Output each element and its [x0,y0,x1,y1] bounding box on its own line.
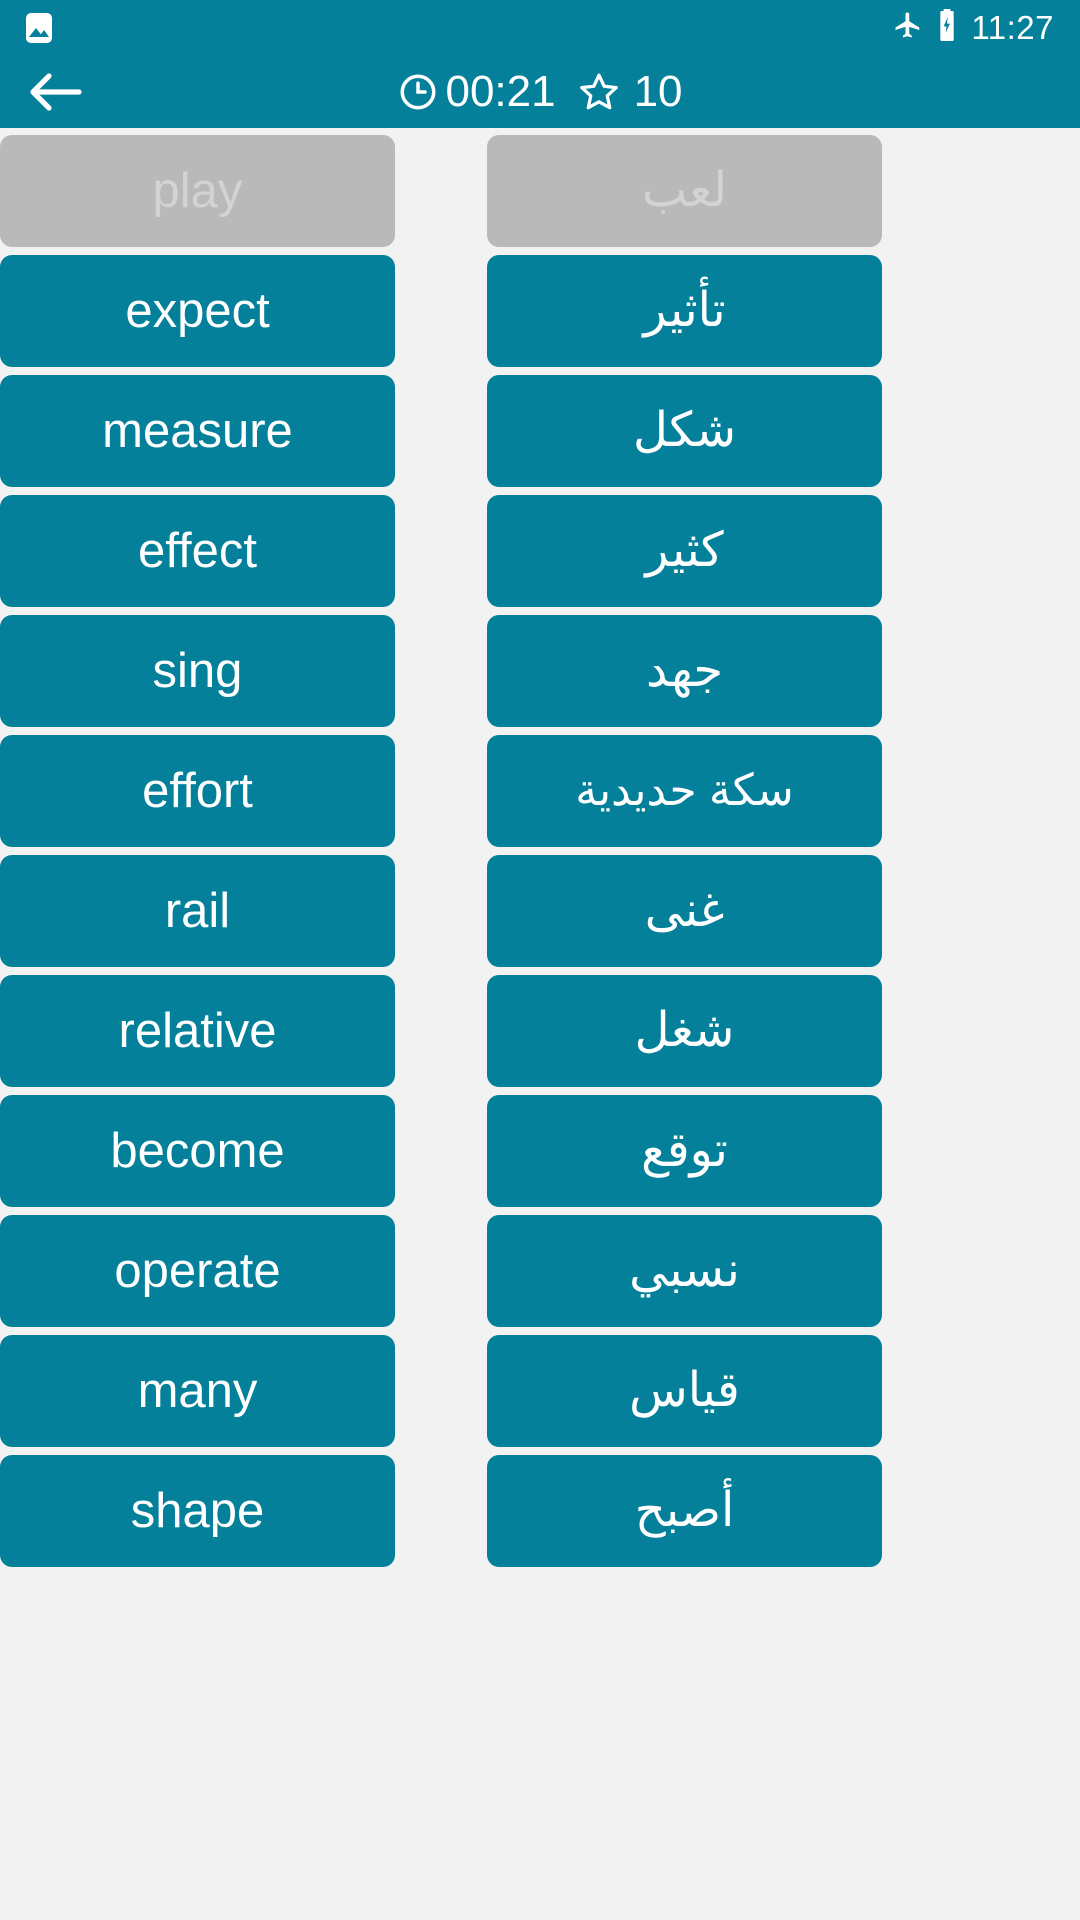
score-value: 10 [633,66,683,116]
status-bar-left [26,12,52,43]
status-bar: 11:27 [0,0,1080,55]
arabic-word-card[interactable]: أصبح [487,1455,882,1567]
english-word-card[interactable]: become [0,1095,395,1207]
arabic-word-card[interactable]: شكل [487,375,882,487]
photo-icon [26,12,52,43]
toolbar-center-group: 00:21 10 [0,69,1080,115]
arabic-word-card[interactable]: نسبي [487,1215,882,1327]
score-display: 10 [576,69,683,115]
matching-game-board: play expect measure effect sing effort rail rel… [0,128,1080,1920]
column-gap [395,135,487,1920]
star-outline-icon [579,73,618,109]
english-word-card[interactable]: measure [0,375,395,487]
english-word-card[interactable]: many [0,1335,395,1447]
arabic-word-card[interactable]: جهد [487,615,882,727]
app-toolbar: 00:21 10 [0,55,1080,128]
english-word-card[interactable]: operate [0,1215,395,1327]
english-word-card[interactable]: shape [0,1455,395,1567]
english-word-card[interactable]: sing [0,615,395,727]
arabic-word-card[interactable]: شغل [487,975,882,1087]
english-word-card[interactable]: effect [0,495,395,607]
battery-charging-icon [937,9,957,46]
timer-display: 00:21 [397,66,556,116]
english-word-card[interactable]: relative [0,975,395,1087]
arabic-word-card[interactable]: غنى [487,855,882,967]
english-word-column: play expect measure effect sing effort rail rel… [0,135,395,1920]
back-arrow-icon [30,72,82,111]
arabic-word-card[interactable]: تأثير [487,255,882,367]
clock-icon [400,74,436,109]
english-word-card: play [0,135,395,247]
status-bar-right: 11:27 [893,9,1054,46]
arabic-word-card[interactable]: كثير [487,495,882,607]
status-bar-clock: 11:27 [971,9,1054,46]
arabic-word-column: لعب تأثير شكل كثير جهد سكة حديدية غنى شغل توقع نس… [487,135,882,1920]
arabic-word-card[interactable]: توقع [487,1095,882,1207]
english-word-card[interactable]: rail [0,855,395,967]
english-word-card[interactable]: expect [0,255,395,367]
timer-value: 00:21 [445,66,556,116]
english-word-card[interactable]: effort [0,735,395,847]
arabic-word-card[interactable]: قياس [487,1335,882,1447]
arabic-word-card[interactable]: سكة حديدية [487,735,882,847]
back-button[interactable] [0,55,110,128]
arabic-word-card: لعب [487,135,882,247]
airplane-mode-icon [893,10,923,45]
